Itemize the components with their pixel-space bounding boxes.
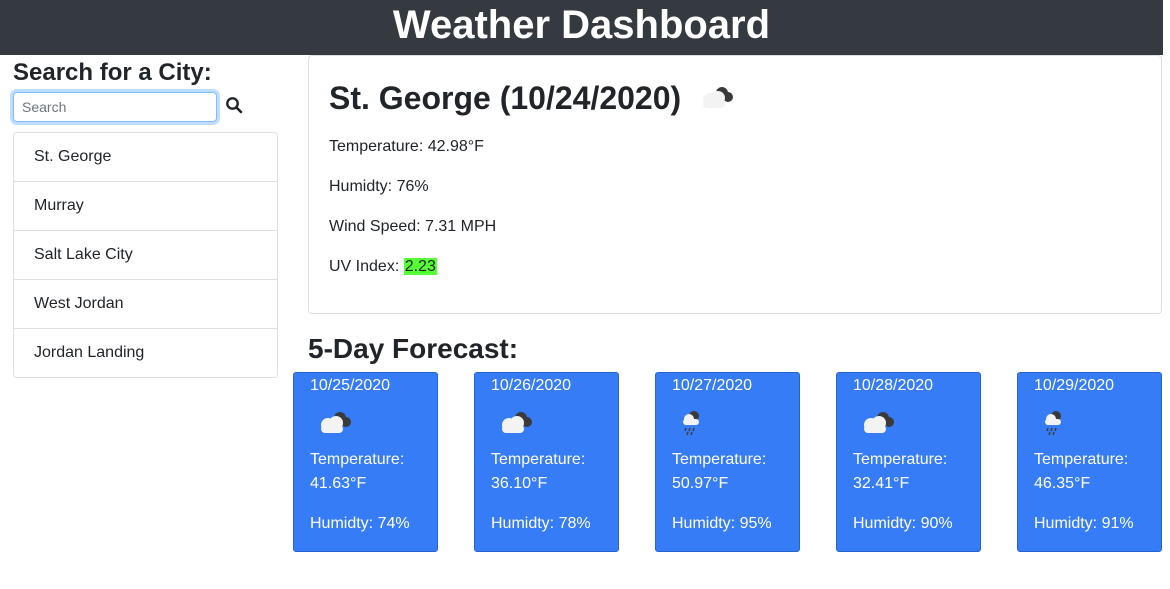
city-list: St. George Murray Salt Lake City West Jo…	[13, 132, 278, 378]
clouds-icon	[495, 407, 535, 442]
forecast-card: 10/28/2020 Temperature: 32.41°F Humidty:…	[836, 372, 981, 552]
page-title: Weather Dashboard	[392, 3, 771, 47]
city-item[interactable]: West Jordan	[14, 279, 277, 328]
search-icon	[226, 97, 243, 114]
forecast-temp-label: Temperature:	[853, 451, 948, 468]
forecast-temp-value: 36.10°F	[491, 475, 548, 492]
forecast-temp-label: Temperature:	[1034, 451, 1129, 468]
city-item[interactable]: Murray	[14, 181, 277, 230]
city-item[interactable]: Jordan Landing	[14, 328, 277, 377]
forecast-card: 10/26/2020 Temperature: 36.10°F Humidty:…	[474, 372, 619, 552]
forecast-humidity: Humidty: 90%	[853, 515, 953, 532]
clouds-icon	[696, 82, 736, 120]
current-temperature: Temperature: 42.98°F	[329, 138, 484, 155]
forecast-date: 10/26/2020	[491, 377, 572, 394]
current-weather-title: St. George (10/24/2020)	[329, 80, 736, 120]
forecast-humidity: Humidty: 91%	[1034, 515, 1134, 532]
search-row	[13, 92, 278, 130]
forecast-card: 10/29/2020 Temperature: 46.35°F Humidty:…	[1017, 372, 1162, 552]
sidebar: Search for a City: St. George Murray Sal…	[13, 56, 278, 378]
forecast-date: 10/25/2020	[310, 377, 391, 394]
current-humidity: Humidty: 76%	[329, 178, 429, 195]
forecast-date: 10/29/2020	[1034, 377, 1115, 394]
app-header: Weather Dashboard	[0, 0, 1163, 55]
rain-icon	[676, 407, 716, 442]
forecast-date: 10/27/2020	[672, 377, 753, 394]
forecast-temp-value: 46.35°F	[1034, 475, 1091, 492]
forecast-temp-label: Temperature:	[672, 451, 767, 468]
city-item[interactable]: St. George	[14, 133, 277, 181]
forecast-card: 10/27/2020 Temperature: 50.97°F Humidty:…	[655, 372, 800, 552]
clouds-icon	[857, 407, 897, 442]
forecast-humidity: Humidty: 78%	[491, 515, 591, 532]
uv-index-label: UV Index:	[329, 258, 404, 275]
uv-index-badge: 2.23	[403, 258, 437, 275]
forecast-temp-value: 32.41°F	[853, 475, 910, 492]
forecast-humidity: Humidty: 74%	[310, 515, 410, 532]
forecast-heading: 5-Day Forecast:	[308, 333, 519, 364]
search-heading: Search for a City:	[13, 59, 212, 86]
forecast-date: 10/28/2020	[853, 377, 934, 394]
forecast-humidity: Humidty: 95%	[672, 515, 772, 532]
search-input[interactable]	[13, 92, 217, 122]
forecast-temp-value: 41.63°F	[310, 475, 367, 492]
forecast-temp-label: Temperature:	[310, 451, 405, 468]
forecast-temp-value: 50.97°F	[672, 475, 729, 492]
current-wind-speed: Wind Speed: 7.31 MPH	[329, 218, 497, 235]
forecast-card: 10/25/2020 Temperature: 41.63°F Humidty:…	[293, 372, 438, 552]
search-button[interactable]	[225, 96, 247, 118]
city-item[interactable]: Salt Lake City	[14, 230, 277, 279]
forecast-temp-label: Temperature:	[491, 451, 586, 468]
current-weather-card: St. George (10/24/2020) Temperature: 42.…	[308, 55, 1162, 314]
clouds-icon	[314, 407, 354, 442]
current-city-date: St. George (10/24/2020)	[329, 80, 682, 116]
current-uv-index: UV Index: 2.23	[329, 258, 437, 276]
rain-icon	[1038, 407, 1078, 442]
